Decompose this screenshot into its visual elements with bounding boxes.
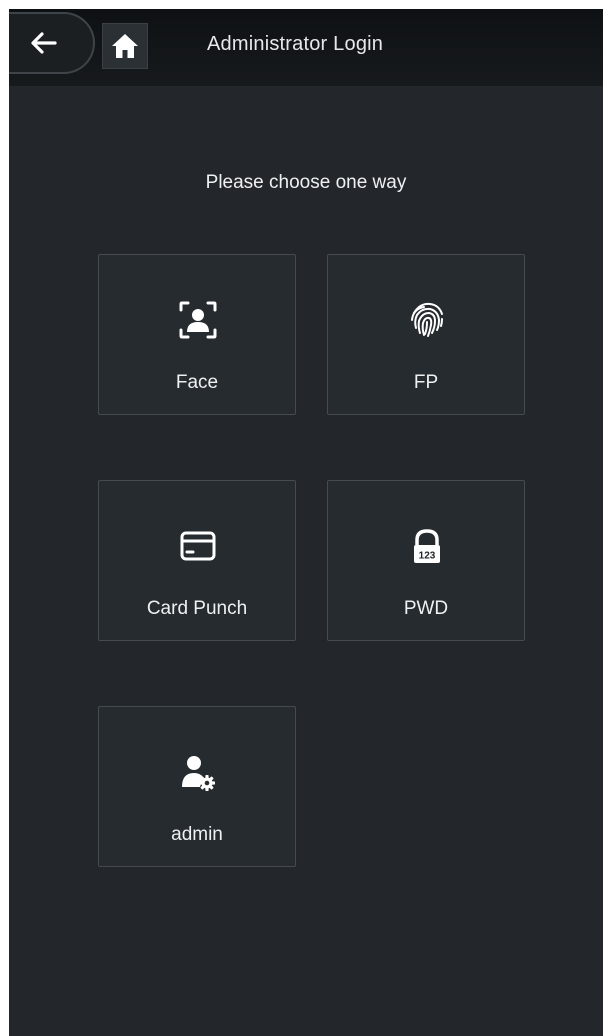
card-punch-label: Card Punch xyxy=(146,598,248,619)
admin-label: admin xyxy=(171,824,223,845)
admin-login-button[interactable]: admin xyxy=(98,706,296,867)
password-lock-icon: 123 xyxy=(402,521,452,571)
home-button[interactable] xyxy=(102,23,148,69)
card-login-button[interactable]: Card Punch xyxy=(98,480,296,641)
fp-label: FP xyxy=(413,372,439,393)
page-title: Administrator Login xyxy=(207,33,384,55)
face-login-button[interactable]: Face xyxy=(98,254,296,415)
admin-user-gear-icon xyxy=(173,747,223,797)
back-button[interactable] xyxy=(9,12,95,74)
svg-text:123: 123 xyxy=(419,551,436,562)
header-bar: Administrator Login xyxy=(9,9,603,86)
login-screen: Administrator Login Please choose one wa… xyxy=(9,9,603,1036)
fingerprint-icon xyxy=(402,295,452,345)
login-prompt: Please choose one way xyxy=(205,172,407,193)
password-login-button[interactable]: 123 PWD xyxy=(327,480,525,641)
fingerprint-login-button[interactable]: FP xyxy=(327,254,525,415)
face-label: Face xyxy=(175,372,219,393)
card-icon xyxy=(173,521,223,571)
home-icon xyxy=(112,34,138,58)
pwd-label: PWD xyxy=(403,598,449,619)
face-scan-icon xyxy=(173,295,223,345)
arrow-left-icon xyxy=(31,32,57,54)
